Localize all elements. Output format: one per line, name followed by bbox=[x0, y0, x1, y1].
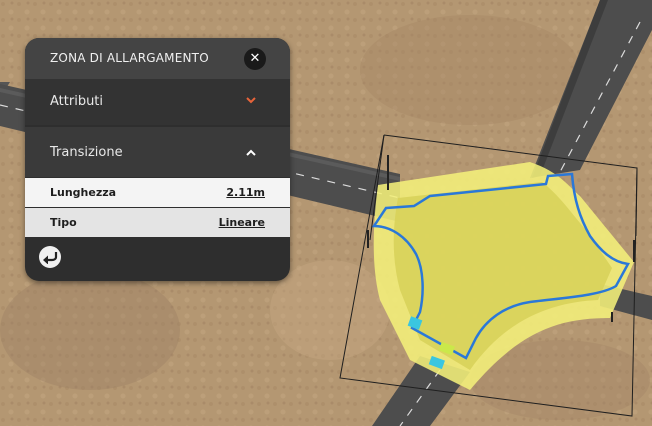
type-label: Tipo bbox=[50, 216, 77, 229]
close-icon: ✕ bbox=[249, 51, 261, 66]
widening-zone-panel: ZONA DI ALLARGAMENTO ✕ Attributi Transiz… bbox=[25, 38, 290, 281]
section-transition[interactable]: Transizione bbox=[25, 127, 290, 177]
back-arrow-icon bbox=[43, 252, 58, 264]
length-value[interactable]: 2.11m bbox=[226, 186, 265, 199]
chevron-up-icon bbox=[246, 149, 256, 158]
panel-header: ZONA DI ALLARGAMENTO ✕ bbox=[25, 38, 290, 79]
chevron-down-icon bbox=[246, 97, 256, 106]
property-row-type[interactable]: Tipo Lineare bbox=[25, 208, 290, 237]
length-label: Lunghezza bbox=[50, 186, 117, 199]
panel-title: ZONA DI ALLARGAMENTO bbox=[50, 51, 209, 65]
section-attributes[interactable]: Attributi bbox=[25, 79, 290, 125]
property-row-length[interactable]: Lunghezza 2.11m bbox=[25, 178, 290, 207]
close-button[interactable]: ✕ bbox=[244, 48, 266, 70]
section-transition-label: Transizione bbox=[50, 145, 123, 160]
section-attributes-label: Attributi bbox=[50, 94, 104, 109]
back-button[interactable] bbox=[39, 246, 61, 268]
type-value[interactable]: Lineare bbox=[219, 216, 265, 229]
